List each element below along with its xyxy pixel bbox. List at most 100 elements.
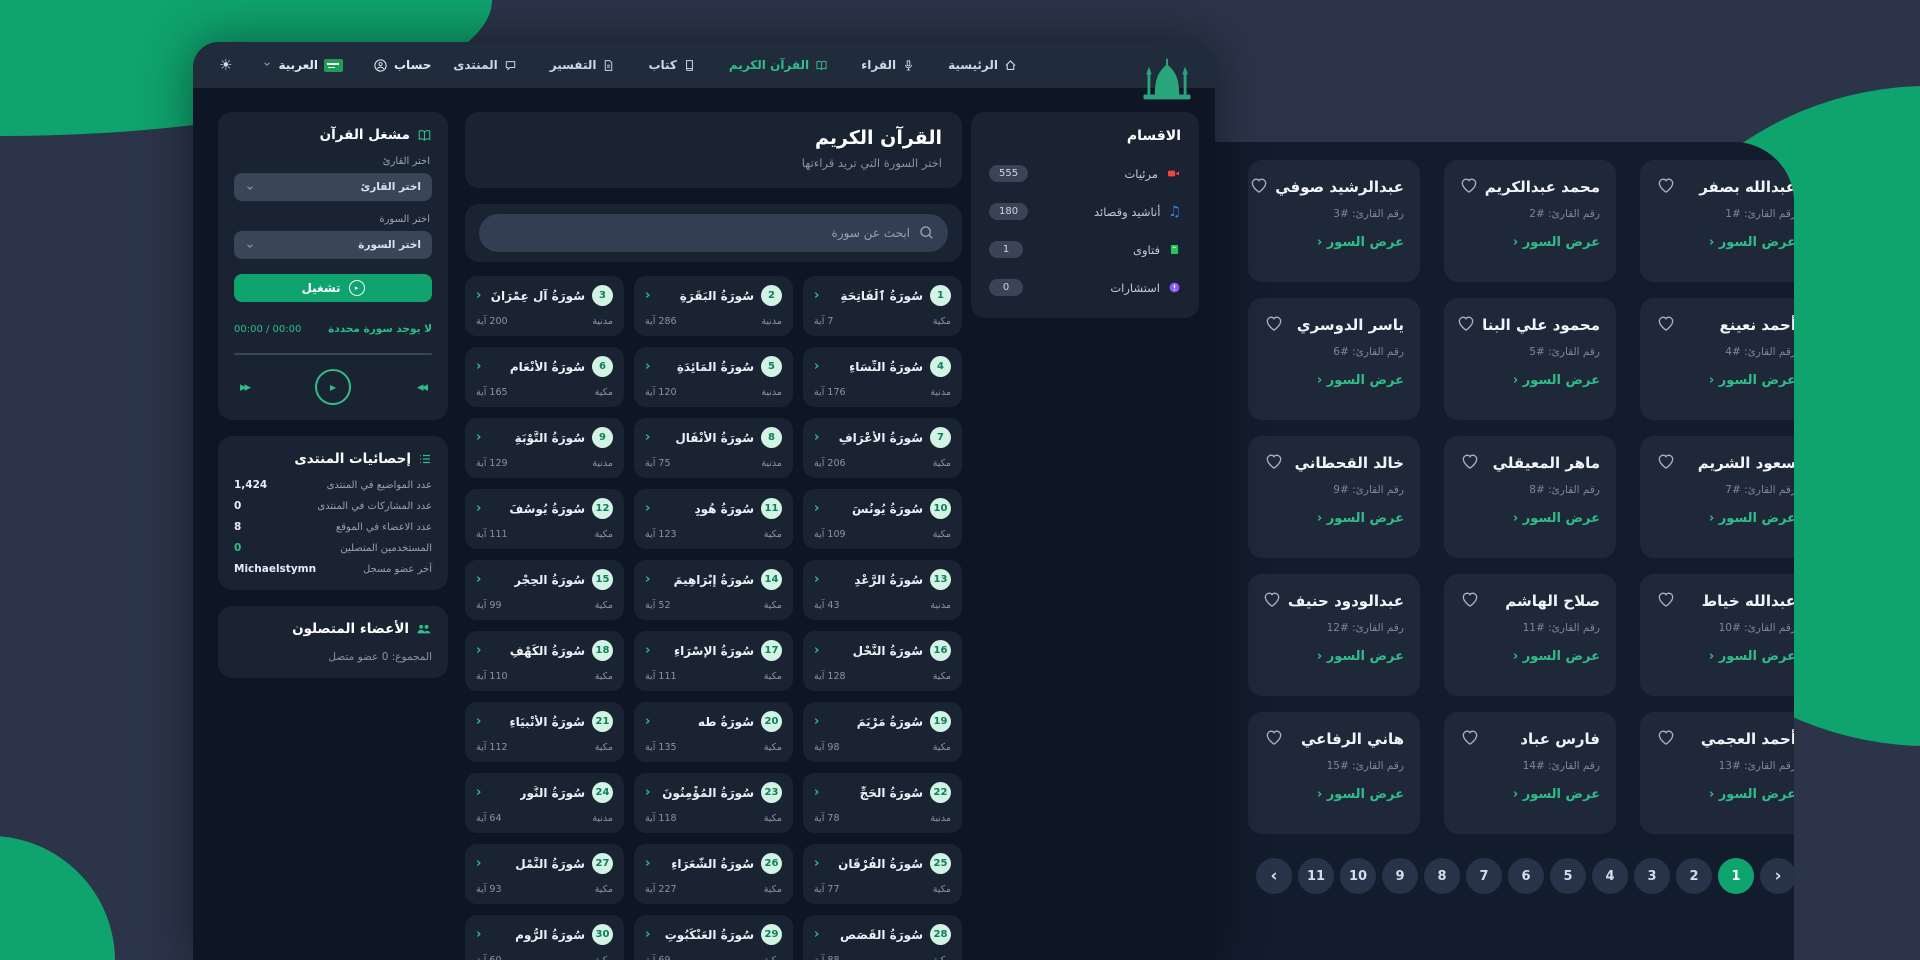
pagination-page[interactable]: 1 [1718,858,1754,894]
pagination-page[interactable]: 8 [1424,858,1460,894]
heart-icon[interactable] [1459,175,1479,199]
surah-card[interactable]: 14 سُورَةُ إِبْرَاهِيمَ ‹ مكية 52 آية [634,560,793,620]
pagination-page[interactable]: 2 [1676,858,1712,894]
surah-card[interactable]: 3 سُورَةُ آلِ عِمْرَانَ ‹ مدنية 200 آية [465,276,624,336]
surah-card[interactable]: 27 سُورَةُ النَّمْلِ ‹ مكية 93 آية [465,844,624,904]
surah-card[interactable]: 30 سُورَةُ الرُّومِ ‹ مكية 60 آية [465,915,624,960]
surah-card[interactable]: 13 سُورَةُ الرَّعْدِ ‹ مدنية 43 آية [803,560,962,620]
nav-item-tafsir[interactable]: التفسير [550,58,616,72]
heart-icon[interactable] [1656,589,1676,613]
view-surahs-link[interactable]: عرض السور ‹ [1264,787,1404,802]
view-surahs-link[interactable]: عرض السور ‹ [1656,235,1794,250]
pagination-page[interactable]: 10 [1340,858,1376,894]
category-item-videos[interactable]: مرئيات 555 [989,165,1181,182]
surah-card[interactable]: 17 سُورَةُ الإِسْرَاءِ ‹ مكية 111 آية [634,631,793,691]
pagination-page[interactable]: 9 [1382,858,1418,894]
reciter-card[interactable]: سعود الشريم رقم القارئ: #7 عرض السور ‹ [1640,436,1794,558]
pagination-page[interactable]: 4 [1592,858,1628,894]
pagination-next-button[interactable]: › [1760,858,1794,894]
reciter-card[interactable]: عبدالرشيد صوفي رقم القارئ: #3 عرض السور … [1248,160,1420,282]
surah-card[interactable]: 15 سُورَةُ الحِجْرِ ‹ مكية 99 آية [465,560,624,620]
surah-card[interactable]: 18 سُورَةُ الكَهْفِ ‹ مكية 110 آية [465,631,624,691]
pagination-page[interactable]: 6 [1508,858,1544,894]
pagination-page[interactable]: 5 [1550,858,1586,894]
nav-item-book[interactable]: كتاب [648,58,695,72]
surah-card[interactable]: 10 سُورَةُ يُونُسَ ‹ مكية 109 آية [803,489,962,549]
reciter-card[interactable]: أحمد العجمي رقم القارئ: #13 عرض السور ‹ [1640,712,1794,834]
view-surahs-link[interactable]: عرض السور ‹ [1264,235,1404,250]
nav-item-home[interactable]: الرئيسية [948,58,1017,72]
heart-icon[interactable] [1460,727,1480,751]
view-surahs-link[interactable]: عرض السور ‹ [1264,511,1404,526]
pagination-page[interactable]: 3 [1634,858,1670,894]
reciter-card[interactable]: محمود علي البنا رقم القارئ: #5 عرض السور… [1444,298,1616,420]
view-surahs-link[interactable]: عرض السور ‹ [1656,511,1794,526]
heart-icon[interactable] [1456,313,1476,337]
view-surahs-link[interactable]: عرض السور ‹ [1460,787,1600,802]
view-surahs-link[interactable]: عرض السور ‹ [1460,373,1600,388]
heart-icon[interactable] [1264,451,1284,475]
view-surahs-link[interactable]: عرض السور ‹ [1460,511,1600,526]
reciter-card[interactable]: صلاح الهاشم رقم القارئ: #11 عرض السور ‹ [1444,574,1616,696]
reciter-card[interactable]: ماهر المعيقلي رقم القارئ: #8 عرض السور ‹ [1444,436,1616,558]
view-surahs-link[interactable]: عرض السور ‹ [1656,649,1794,664]
surah-search-input[interactable] [479,214,948,252]
heart-icon[interactable] [1262,589,1282,613]
category-item-anasheed[interactable]: ♫ أناشيد وقصائد 180 [989,203,1181,220]
surah-card[interactable]: 21 سُورَةُ الأَنْبِيَاءِ ‹ مكية 112 آية [465,702,624,762]
surah-card[interactable]: 26 سُورَةُ الشُّعَرَاءِ ‹ مكية 227 آية [634,844,793,904]
surah-card[interactable]: 24 سُورَةُ النُّورِ ‹ مدنية 64 آية [465,773,624,833]
heart-icon[interactable] [1656,313,1676,337]
heart-icon[interactable] [1460,589,1480,613]
surah-card[interactable]: 22 سُورَةُ الحَجِّ ‹ مدنية 78 آية [803,773,962,833]
view-surahs-link[interactable]: عرض السور ‹ [1656,373,1794,388]
surah-card[interactable]: 7 سُورَةُ الأَعْرَافِ ‹ مكية 206 آية [803,418,962,478]
surah-card[interactable]: 28 سُورَةُ القَصَصِ ‹ مكية 88 آية [803,915,962,960]
play-button[interactable]: ▸ تشغيل [234,274,432,302]
pagination-page[interactable]: 11 [1298,858,1334,894]
fast-forward-icon[interactable]: ▸▸ [240,380,249,395]
surah-card[interactable]: 25 سُورَةُ الفُرْقَانِ ‹ مكية 77 آية [803,844,962,904]
mosque-logo[interactable] [1141,56,1193,102]
reciter-select[interactable]: اختر القارئ [234,173,432,201]
nav-item-quran[interactable]: القرآن الكريم [729,58,828,72]
surah-card[interactable]: 29 سُورَةُ العَنْكَبُوتِ ‹ مكية 69 آية [634,915,793,960]
progress-bar[interactable] [234,353,432,355]
account-button[interactable]: حساب [373,58,431,73]
heart-icon[interactable] [1460,451,1480,475]
view-surahs-link[interactable]: عرض السور ‹ [1264,649,1404,664]
pagination-prev-button[interactable]: ‹ [1256,858,1292,894]
surah-select[interactable]: اختر السورة [234,231,432,259]
surah-card[interactable]: 19 سُورَةُ مَرْيَمَ ‹ مكية 98 آية [803,702,962,762]
play-pause-button[interactable]: ▸ [315,369,351,405]
heart-icon[interactable] [1656,727,1676,751]
heart-icon[interactable] [1656,175,1676,199]
heart-icon[interactable] [1656,451,1676,475]
theme-toggle-sun-icon[interactable]: ☀ [219,56,232,74]
reciter-card[interactable]: عبدالله بصفر رقم القارئ: #1 عرض السور ‹ [1640,160,1794,282]
reciter-card[interactable]: خالد القحطاني رقم القارئ: #9 عرض السور ‹ [1248,436,1420,558]
reciter-card[interactable]: ياسر الدوسري رقم القارئ: #6 عرض السور ‹ [1248,298,1420,420]
heart-icon[interactable] [1264,313,1284,337]
reciter-card[interactable]: محمد عبدالكريم رقم القارئ: #2 عرض السور … [1444,160,1616,282]
surah-card[interactable]: 12 سُورَةُ يُوسُفَ ‹ مكية 111 آية [465,489,624,549]
nav-item-forum[interactable]: المنتدى [453,58,516,72]
surah-card[interactable]: 6 سُورَةُ الأَنْعَامِ ‹ مكية 165 آية [465,347,624,407]
surah-card[interactable]: 16 سُورَةُ النَّحْلِ ‹ مكية 128 آية [803,631,962,691]
surah-card[interactable]: 20 سُورَةُ طه ‹ مكية 135 آية [634,702,793,762]
heart-icon[interactable] [1264,727,1284,751]
reciter-card[interactable]: أحمد نعينع رقم القارئ: #4 عرض السور ‹ [1640,298,1794,420]
view-surahs-link[interactable]: عرض السور ‹ [1460,235,1600,250]
view-surahs-link[interactable]: عرض السور ‹ [1656,787,1794,802]
reciter-card[interactable]: فارس عباد رقم القارئ: #14 عرض السور ‹ [1444,712,1616,834]
surah-card[interactable]: 23 سُورَةُ المُؤْمِنُونَ ‹ مكية 118 آية [634,773,793,833]
reciter-card[interactable]: هاني الرفاعي رقم القارئ: #15 عرض السور ‹ [1248,712,1420,834]
surah-card[interactable]: 5 سُورَةُ المَائِدَةِ ‹ مدنية 120 آية [634,347,793,407]
view-surahs-link[interactable]: عرض السور ‹ [1264,373,1404,388]
surah-card[interactable]: 4 سُورَةُ النِّسَاءِ ‹ مدنية 176 آية [803,347,962,407]
surah-card[interactable]: 11 سُورَةُ هُودٍ ‹ مكية 123 آية [634,489,793,549]
pagination-page[interactable]: 7 [1466,858,1502,894]
view-surahs-link[interactable]: عرض السور ‹ [1460,649,1600,664]
nav-item-reciters[interactable]: القراء [861,58,915,72]
category-item-consultations[interactable]: استشارات 0 [989,279,1181,296]
